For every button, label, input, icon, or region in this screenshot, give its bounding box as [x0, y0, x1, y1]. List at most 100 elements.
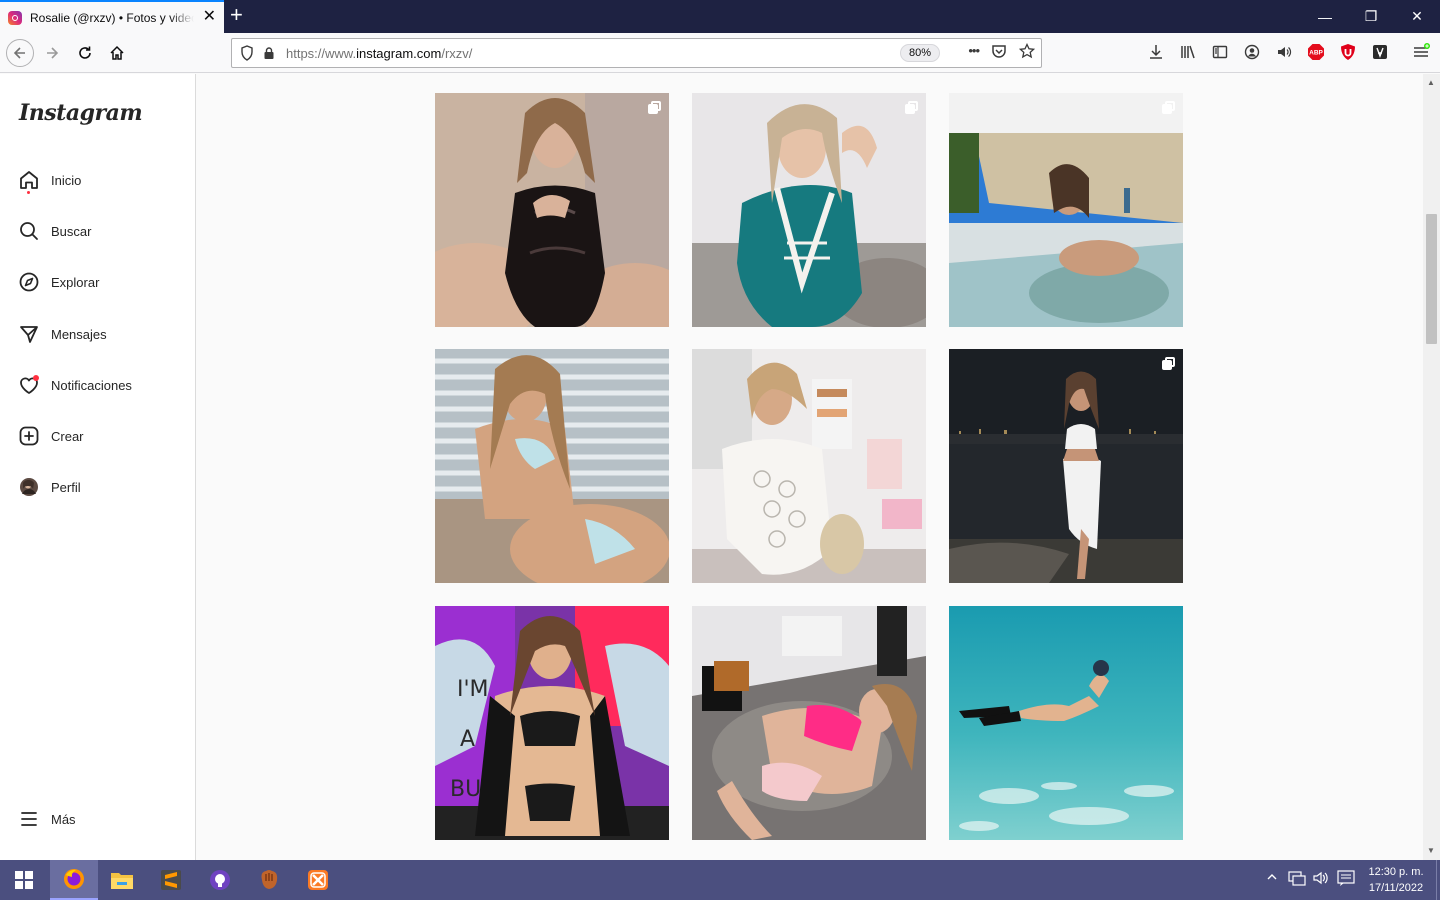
baseball-glove-icon: [261, 870, 278, 889]
new-tab-button[interactable]: +: [230, 4, 243, 26]
sidebar-item-label: Mensajes: [51, 326, 107, 342]
svg-text:A: A: [460, 727, 475, 752]
sidebar-item-inicio[interactable]: Inicio: [18, 165, 81, 195]
carousel-icon: [648, 101, 661, 114]
system-clock[interactable]: 12:30 p. m. 17/11/2022: [1360, 864, 1432, 896]
firefox-icon: [64, 869, 84, 889]
carousel-icon: [1162, 357, 1175, 370]
home-button[interactable]: [103, 39, 131, 67]
post-thumbnail[interactable]: [692, 606, 926, 840]
extension-icon[interactable]: [1369, 41, 1391, 63]
svg-text:I'M: I'M: [457, 677, 489, 702]
library-icon[interactable]: [1177, 41, 1199, 63]
post-thumbnail[interactable]: I'M A BUS: [435, 606, 669, 840]
post-image: [692, 606, 926, 840]
post-image: [435, 93, 669, 327]
account-icon[interactable]: [1241, 41, 1263, 63]
sidebar-toggle-icon[interactable]: [1209, 41, 1231, 63]
action-center-icon[interactable]: [1337, 870, 1355, 889]
bookmark-star-icon[interactable]: [1019, 43, 1035, 59]
scroll-up-arrow-icon[interactable]: ▲: [1427, 78, 1435, 87]
taskbar-xampp[interactable]: [294, 860, 342, 900]
zoom-level-badge[interactable]: 80%: [900, 44, 941, 62]
post-image: [949, 606, 1183, 840]
reload-button[interactable]: [71, 39, 99, 67]
sublime-text-icon: [161, 870, 181, 890]
taskbar-file-explorer[interactable]: [98, 860, 146, 900]
adblock-plus-icon[interactable]: ABP: [1305, 41, 1327, 63]
post-thumbnail[interactable]: [949, 606, 1183, 840]
post-image: [692, 349, 926, 583]
url-host: instagram.com: [356, 45, 442, 61]
show-hidden-icons-icon[interactable]: [1266, 870, 1278, 886]
browser-tab[interactable]: Rosalie (@rxzv) • Fotos y videos de Inst…: [0, 0, 224, 33]
forward-button[interactable]: [38, 39, 66, 67]
show-desktop-button[interactable]: [1436, 860, 1440, 900]
taskbar-firefox[interactable]: [50, 860, 98, 900]
menu-icon: [18, 808, 40, 830]
ublock-origin-icon[interactable]: [1337, 41, 1359, 63]
close-tab-icon[interactable]: ✕: [203, 9, 216, 25]
url-path: /rxzv/: [441, 45, 473, 61]
github-desktop-icon: [210, 870, 230, 890]
file-explorer-icon: [111, 873, 133, 889]
avatar: [18, 476, 40, 498]
sidebar-item-label: Notificaciones: [51, 377, 132, 393]
post-thumbnail[interactable]: [949, 349, 1183, 583]
post-thumbnail[interactable]: [692, 349, 926, 583]
speaker-icon[interactable]: [1312, 870, 1330, 889]
restore-button[interactable]: ❐: [1348, 0, 1394, 33]
scroll-down-arrow-icon[interactable]: ▼: [1427, 846, 1435, 855]
plus-square-icon: [18, 425, 40, 447]
instagram-sidebar: Instagram Inicio Buscar Explorar Mensaje…: [0, 74, 196, 860]
post-image: [949, 349, 1183, 583]
browser-tab-bar: Rosalie (@rxzv) • Fotos y videos de Inst…: [0, 0, 1440, 33]
taskbar-app[interactable]: [245, 860, 293, 900]
scrollbar-thumb[interactable]: [1426, 214, 1437, 344]
svg-text:ABP: ABP: [1309, 50, 1323, 57]
sidebar-item-label: Más: [51, 811, 76, 827]
carousel-icon: [905, 101, 918, 114]
pocket-icon[interactable]: [991, 43, 1007, 59]
tracking-protection-shield-icon[interactable]: [240, 45, 254, 61]
clock-time: 12:30 p. m.: [1368, 866, 1424, 878]
reload-icon: [79, 46, 91, 59]
sidebar-item-mas[interactable]: Más: [18, 804, 76, 834]
sidebar-item-perfil[interactable]: Perfil: [18, 472, 81, 502]
post-thumbnail[interactable]: [949, 93, 1183, 327]
minimize-button[interactable]: —: [1302, 0, 1348, 33]
carousel-icon: [1162, 101, 1175, 114]
network-icon[interactable]: [1288, 870, 1306, 889]
back-button[interactable]: [6, 39, 34, 67]
sidebar-item-notificaciones[interactable]: Notificaciones: [18, 370, 132, 400]
start-button[interactable]: [0, 860, 48, 900]
sidebar-item-crear[interactable]: Crear: [18, 421, 84, 451]
heart-icon: [18, 374, 40, 396]
page-scrollbar[interactable]: ▲ ▼: [1423, 74, 1440, 860]
home-icon: [110, 45, 124, 60]
window-close-button[interactable]: ✕: [1394, 0, 1440, 33]
page-actions-menu-icon[interactable]: •••: [968, 43, 980, 59]
clock-date: 17/11/2022: [1368, 882, 1424, 894]
taskbar-github-desktop[interactable]: [196, 860, 244, 900]
sidebar-item-label: Buscar: [51, 223, 92, 239]
post-thumbnail[interactable]: [692, 93, 926, 327]
url-bar[interactable]: https://www.instagram.com/rxzv/ 80% •••: [231, 38, 1042, 68]
sidebar-item-mensajes[interactable]: Mensajes: [18, 319, 107, 349]
sidebar-item-explorar[interactable]: Explorar: [18, 267, 99, 297]
downloads-icon[interactable]: [1145, 41, 1167, 63]
compass-icon: [18, 271, 40, 293]
taskbar-sublime-text[interactable]: [147, 860, 195, 900]
hamburger-menu-icon[interactable]: [1410, 41, 1432, 63]
instagram-logo[interactable]: Instagram: [19, 100, 143, 126]
post-thumbnail[interactable]: [435, 349, 669, 583]
url-text: https://www.instagram.com/rxzv/: [286, 46, 472, 61]
post-image: I'M A BUS: [435, 606, 669, 840]
sidebar-item-buscar[interactable]: Buscar: [18, 216, 91, 246]
post-image: [949, 93, 1183, 327]
lock-icon[interactable]: [264, 47, 274, 59]
post-thumbnail[interactable]: [435, 93, 669, 327]
volume-icon[interactable]: [1273, 41, 1295, 63]
page-action-icons: •••: [968, 43, 1035, 59]
notification-dot: [27, 191, 30, 194]
